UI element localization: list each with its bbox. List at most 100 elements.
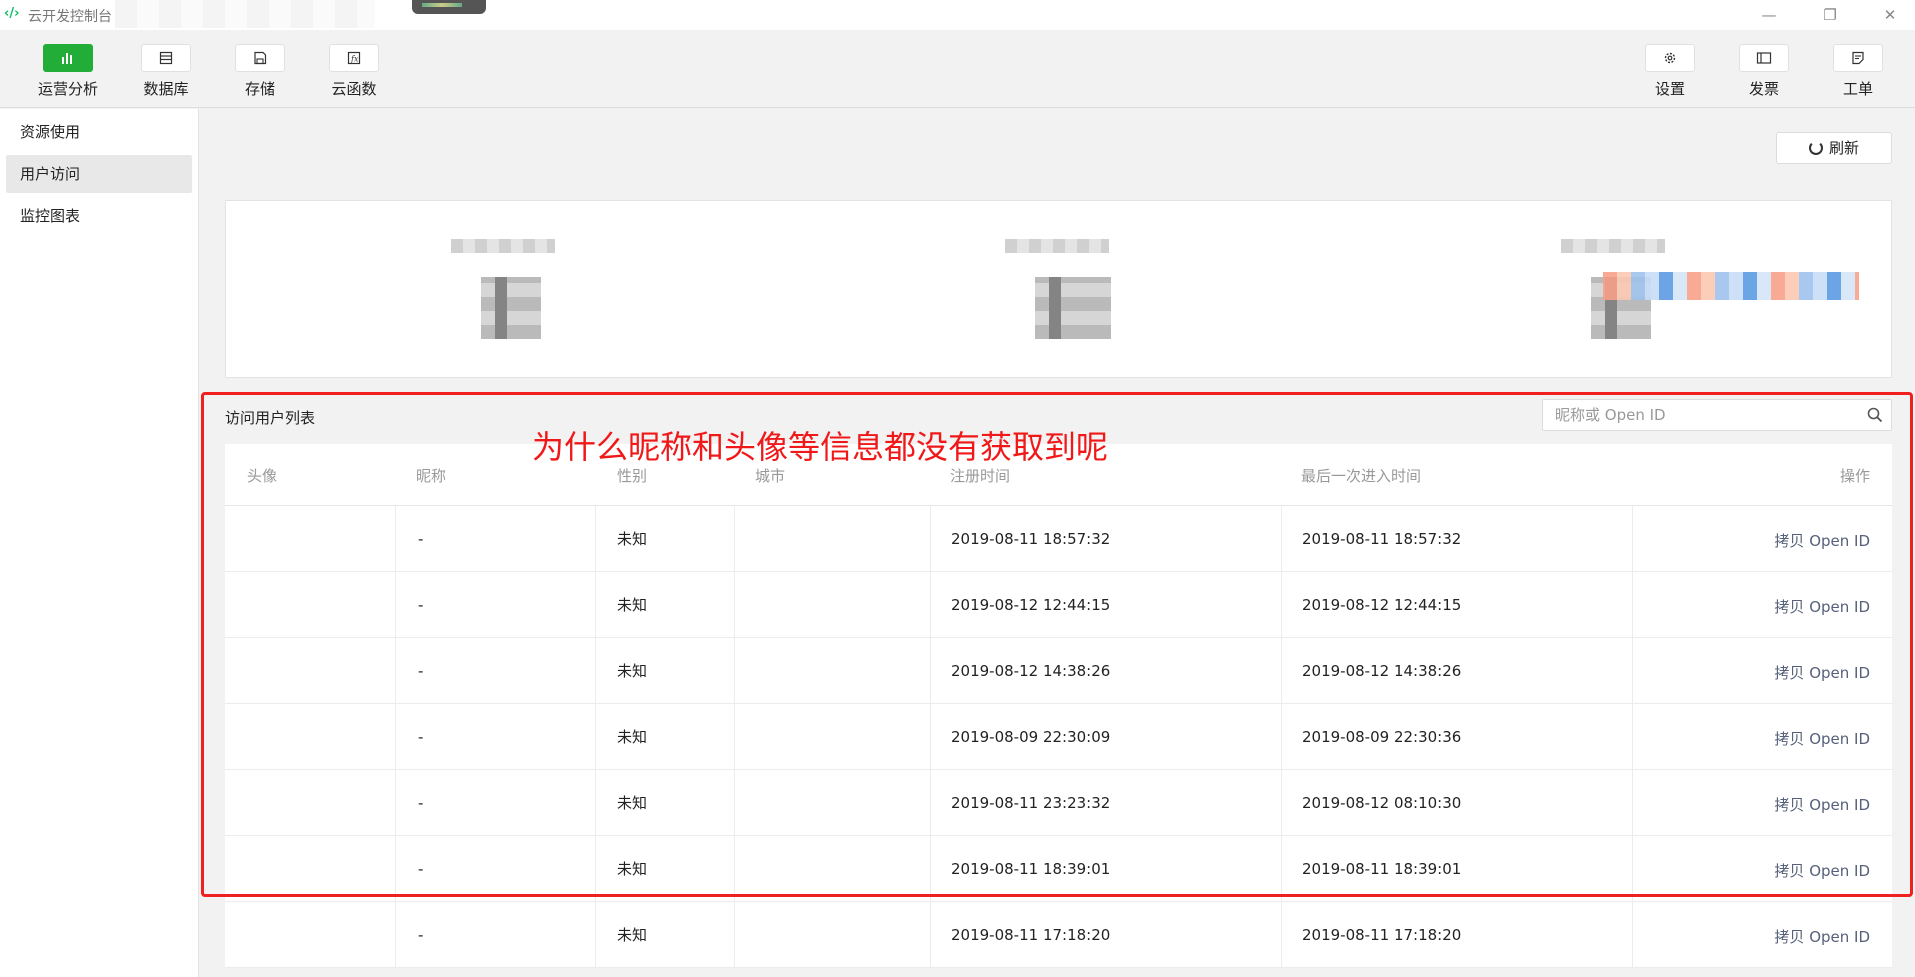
cell-gender: 未知 — [617, 596, 648, 614]
copy-openid-link[interactable]: 拷贝 Open ID — [1774, 860, 1870, 881]
column-divider — [930, 572, 931, 638]
cell-nickname: - — [418, 794, 424, 812]
column-header-action: 操作 — [1839, 467, 1870, 485]
cell-gender: 未知 — [617, 530, 648, 548]
cell-registered: 2019-08-11 23:23:32 — [951, 794, 1111, 812]
copy-openid-link[interactable]: 拷贝 Open ID — [1774, 926, 1870, 947]
cell-last-visit: 2019-08-12 14:38:26 — [1302, 662, 1462, 680]
title-bar: ‹/› 云开发控制台 — ❐ ✕ — [0, 0, 1915, 30]
search-box[interactable] — [1542, 399, 1892, 431]
cell-last-visit: 2019-08-11 18:57:32 — [1302, 530, 1462, 548]
tool-label: 设置 — [1654, 80, 1685, 98]
column-divider — [734, 638, 735, 704]
column-divider — [595, 770, 596, 836]
tool-invoice-button[interactable] — [1739, 44, 1789, 72]
function-icon: fx — [347, 51, 361, 65]
cell-nickname: - — [418, 530, 424, 548]
column-divider — [1632, 506, 1633, 572]
copy-openid-link[interactable]: 拷贝 Open ID — [1774, 794, 1870, 815]
close-icon[interactable]: ✕ — [1875, 4, 1905, 26]
sidebar-item-label: 资源使用 — [20, 123, 81, 141]
tool-cloud-function-button[interactable]: fx — [329, 44, 379, 72]
tool-label: 存储 — [244, 80, 275, 98]
cell-last-visit: 2019-08-09 22:30:36 — [1302, 728, 1462, 746]
tool-database-button[interactable] — [141, 44, 191, 72]
column-divider — [734, 506, 735, 572]
blurred-region — [115, 0, 375, 28]
app-logo-icon: ‹/› — [4, 6, 20, 21]
cell-last-visit: 2019-08-12 08:10:30 — [1302, 794, 1462, 812]
cell-registered: 2019-08-11 17:18:20 — [951, 926, 1111, 944]
column-divider — [595, 506, 596, 572]
copy-openid-link[interactable]: 拷贝 Open ID — [1774, 530, 1870, 551]
table-body: - 未知 2019-08-11 18:57:32 2019-08-11 18:57:3… — [225, 506, 1892, 968]
cell-registered: 2019-08-12 12:44:15 — [951, 596, 1111, 614]
cell-last-visit: 2019-08-11 17:18:20 — [1302, 926, 1462, 944]
cell-gender: 未知 — [617, 794, 648, 812]
sidebar-item-monitoring[interactable]: 监控图表 — [6, 197, 192, 235]
minimize-icon[interactable]: — — [1754, 4, 1784, 26]
search-input[interactable] — [1543, 400, 1843, 430]
tool-storage[interactable]: 存储 — [225, 44, 295, 99]
column-divider — [1281, 572, 1282, 638]
cell-nickname: - — [418, 860, 424, 878]
column-header-gender: 性别 — [617, 467, 648, 485]
copy-openid-link[interactable]: 拷贝 Open ID — [1774, 596, 1870, 617]
pixelated-stat-value — [1035, 277, 1111, 339]
column-header-avatar: 头像 — [247, 467, 278, 485]
user-list-title: 访问用户列表 — [225, 409, 316, 427]
database-icon — [159, 51, 173, 65]
column-divider — [1281, 506, 1282, 572]
cell-registered: 2019-08-11 18:57:32 — [951, 530, 1111, 548]
tool-label: 数据库 — [143, 80, 189, 98]
copy-openid-link[interactable]: 拷贝 Open ID — [1774, 728, 1870, 749]
table-row: - 未知 2019-08-11 18:39:01 2019-08-11 18:39:0… — [225, 836, 1892, 902]
column-divider — [930, 704, 931, 770]
copy-openid-link[interactable]: 拷贝 Open ID — [1774, 662, 1870, 683]
tool-analytics-button[interactable] — [43, 44, 93, 72]
pixelated-stat-title — [1561, 239, 1665, 253]
column-divider — [930, 638, 931, 704]
tool-settings[interactable]: 设置 — [1635, 44, 1705, 99]
column-divider — [734, 704, 735, 770]
tool-ticket-button[interactable] — [1833, 44, 1883, 72]
column-divider — [734, 836, 735, 902]
cell-gender: 未知 — [617, 728, 648, 746]
column-divider — [395, 902, 396, 968]
column-divider — [1632, 770, 1633, 836]
table-row: - 未知 2019-08-11 23:23:32 2019-08-12 08:10:3… — [225, 770, 1892, 836]
refresh-button[interactable]: 刷新 — [1776, 132, 1892, 164]
tool-analytics[interactable]: 运营分析 — [33, 44, 103, 99]
search-icon[interactable] — [1867, 407, 1883, 423]
user-table: 头像 昵称 性别 城市 注册时间 最后一次进入时间 操作 - 未知 2019-08-… — [225, 444, 1892, 968]
sidebar-item-resource-usage[interactable]: 资源使用 — [6, 113, 192, 151]
tool-label: 运营分析 — [37, 80, 98, 98]
sidebar-item-user-access[interactable]: 用户访问 — [6, 155, 192, 193]
svg-text:fx: fx — [350, 55, 359, 64]
tool-cloud-function[interactable]: fx 云函数 — [319, 44, 389, 99]
table-row: - 未知 2019-08-12 12:44:15 2019-08-12 12:44:1… — [225, 572, 1892, 638]
gear-icon — [1664, 52, 1676, 64]
tool-storage-button[interactable] — [235, 44, 285, 72]
column-divider — [930, 506, 931, 572]
column-divider — [395, 572, 396, 638]
pixelated-stat-value — [481, 277, 541, 339]
table-row: - 未知 2019-08-09 22:30:09 2019-08-09 22:30:3… — [225, 704, 1892, 770]
column-divider — [595, 704, 596, 770]
tool-database[interactable]: 数据库 — [131, 44, 201, 99]
column-divider — [1632, 572, 1633, 638]
cell-nickname: - — [418, 596, 424, 614]
restore-icon[interactable]: ❐ — [1815, 4, 1845, 26]
chart-icon — [62, 53, 72, 64]
stat-block — [451, 239, 611, 339]
cell-nickname: - — [418, 926, 424, 944]
cell-gender: 未知 — [617, 860, 648, 878]
tool-label: 发票 — [1748, 80, 1779, 98]
column-header-registered: 注册时间 — [950, 467, 1011, 485]
cell-last-visit: 2019-08-11 18:39:01 — [1302, 860, 1462, 878]
pixelated-region — [1603, 272, 1859, 300]
column-divider — [1281, 770, 1282, 836]
tool-ticket[interactable]: 工单 — [1823, 44, 1893, 99]
tool-settings-button[interactable] — [1645, 44, 1695, 72]
tool-invoice[interactable]: 发票 — [1729, 44, 1799, 99]
